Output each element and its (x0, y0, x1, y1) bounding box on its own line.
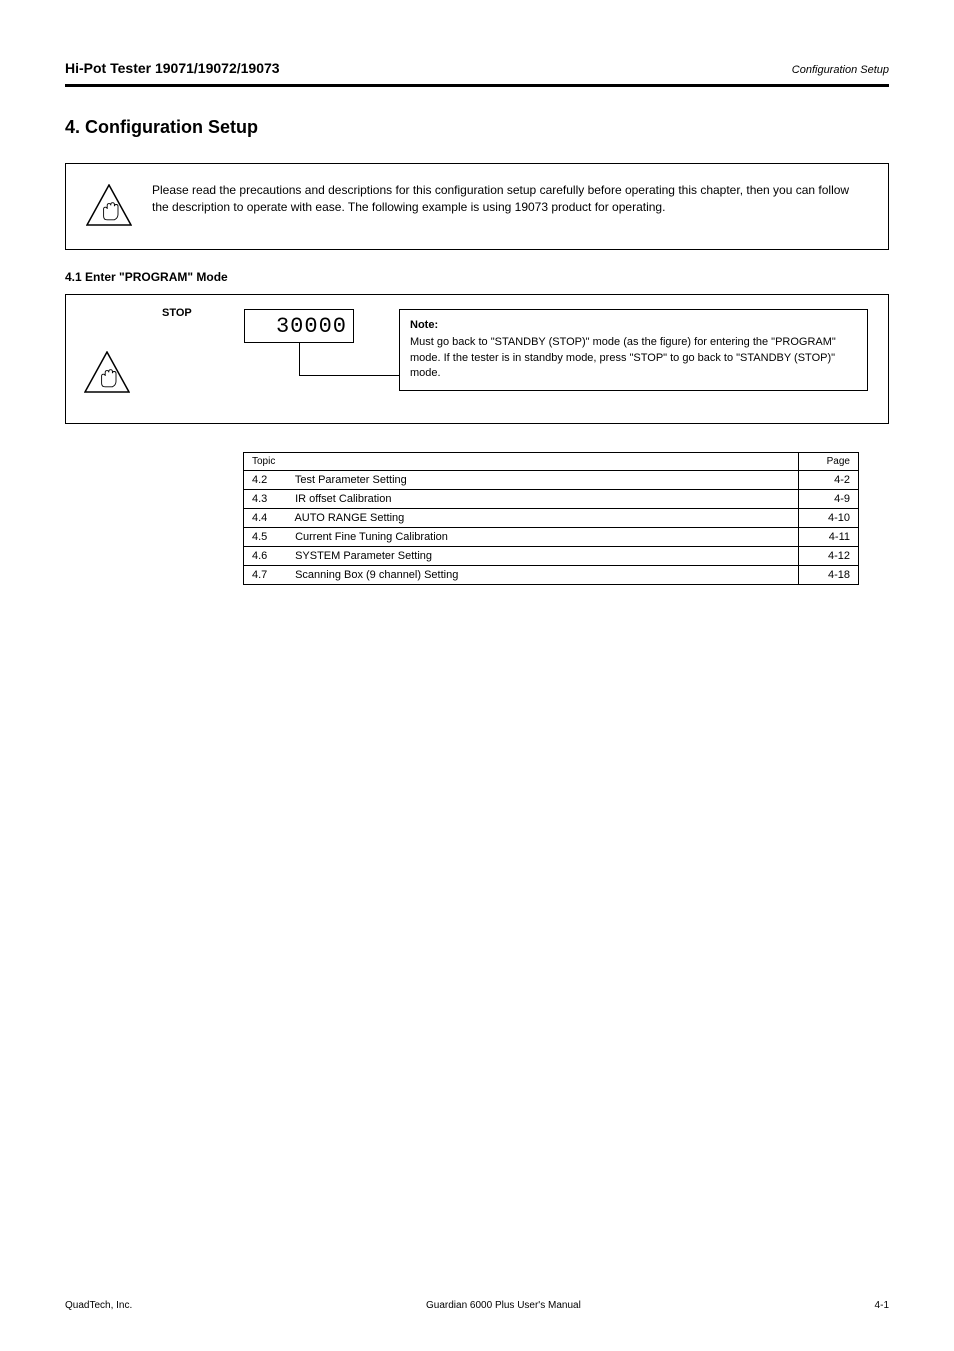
toc-page: 4-2 (798, 471, 858, 489)
toc-row: 4.4 AUTO RANGE Setting 4-10 (244, 509, 858, 528)
toc-header-row: Topic Page (244, 453, 858, 471)
note-title: Note: (410, 318, 857, 333)
notice-box: Please read the precautions and descript… (65, 163, 889, 250)
page-header: Hi-Pot Tester 19071/19072/19073 Configur… (65, 60, 889, 76)
toc-num: 4.3 (252, 493, 292, 505)
notice-text: Please read the precautions and descript… (152, 182, 868, 217)
toc-title: IR offset Calibration (295, 493, 391, 505)
subsection-heading: 4.1 Enter "PROGRAM" Mode (65, 270, 889, 284)
header-left: Hi-Pot Tester 19071/19072/19073 (65, 60, 280, 76)
header-rule (65, 84, 889, 87)
page-footer: QuadTech, Inc. Guardian 6000 Plus User's… (65, 1300, 889, 1311)
connector-vertical (299, 343, 300, 375)
inner-toc: Topic Page 4.2 Test Parameter Setting 4-… (243, 452, 859, 585)
toc-title: SYSTEM Parameter Setting (295, 550, 432, 562)
connector-horizontal (299, 375, 399, 376)
toc-page: 4-18 (798, 566, 858, 584)
toc-page: 4-9 (798, 490, 858, 508)
toc-title: Scanning Box (9 channel) Setting (295, 569, 458, 581)
toc-row: 4.7 Scanning Box (9 channel) Setting 4-1… (244, 566, 858, 585)
toc-title: Current Fine Tuning Calibration (295, 531, 448, 543)
toc-num: 4.2 (252, 474, 292, 486)
toc-row: 4.3 IR offset Calibration 4-9 (244, 490, 858, 509)
section-title: 4. Configuration Setup (65, 117, 889, 138)
stop-program-box: STOP 30000 Note: Must go back to "STANDB… (65, 294, 889, 424)
toc-row: 4.6 SYSTEM Parameter Setting 4-12 (244, 547, 858, 566)
toc-page: 4-11 (798, 528, 858, 546)
toc-page: 4-10 (798, 509, 858, 527)
toc-title: AUTO RANGE Setting (294, 512, 404, 524)
header-right: Configuration Setup (792, 64, 889, 76)
toc-title: Test Parameter Setting (295, 474, 407, 486)
toc-header-topic: Topic (244, 453, 798, 470)
note-box: Note: Must go back to "STANDBY (STOP)" m… (399, 309, 868, 391)
toc-row: 4.2 Test Parameter Setting 4-2 (244, 471, 858, 490)
toc-row: 4.5 Current Fine Tuning Calibration 4-11 (244, 528, 858, 547)
toc-num: 4.6 (252, 550, 292, 562)
caution-hand-icon (86, 184, 132, 231)
caution-hand-icon (84, 351, 130, 393)
stop-label: STOP (162, 307, 192, 319)
footer-right: 4-1 (875, 1300, 889, 1311)
toc-page: 4-12 (798, 547, 858, 565)
toc-header-page: Page (798, 453, 858, 470)
toc-num: 4.7 (252, 569, 292, 581)
footer-center: Guardian 6000 Plus User's Manual (426, 1300, 581, 1311)
toc-num: 4.5 (252, 531, 292, 543)
lcd-display: 30000 (244, 309, 354, 343)
footer-left: QuadTech, Inc. (65, 1300, 132, 1311)
note-text: Must go back to "STANDBY (STOP)" mode (a… (410, 335, 857, 381)
toc-num: 4.4 (252, 512, 292, 524)
